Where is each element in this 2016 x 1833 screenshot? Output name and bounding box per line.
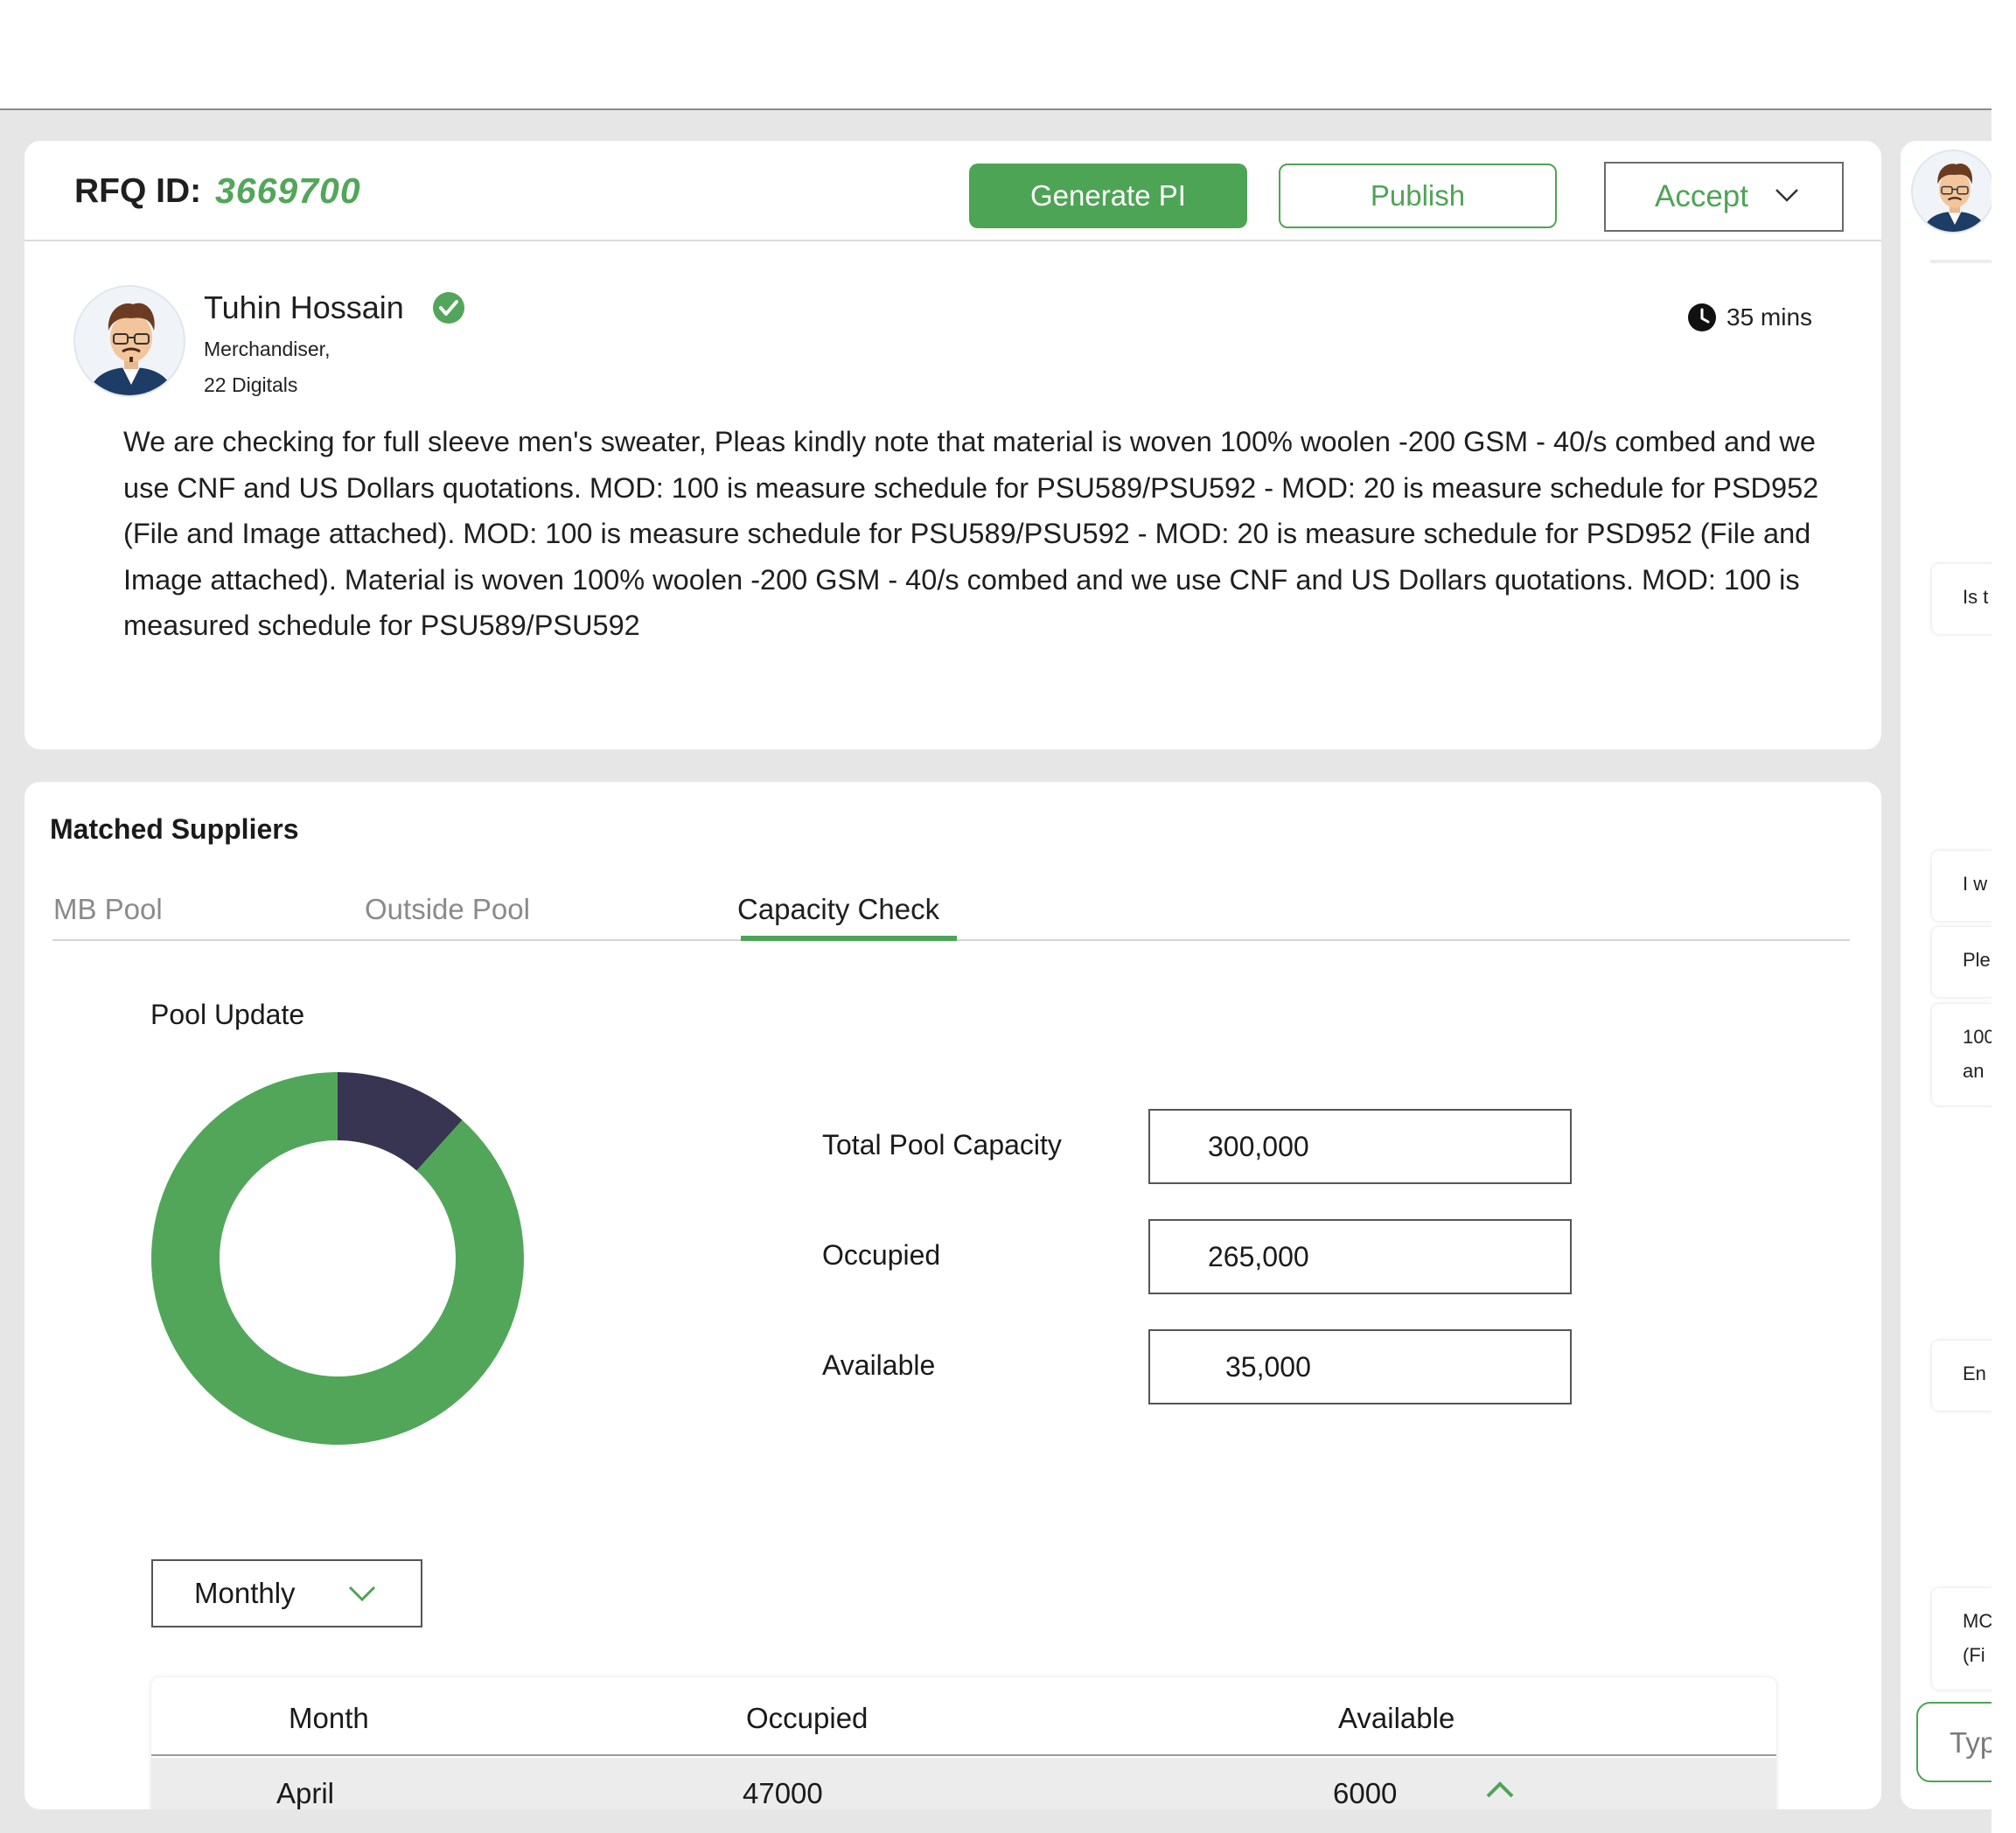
side-divider — [1930, 260, 1992, 263]
author-role: Merchandiser, — [204, 338, 331, 360]
chat-message[interactable]: MC (Fi — [1932, 1588, 1992, 1690]
avatar[interactable] — [73, 285, 185, 397]
chevron-up-icon[interactable] — [1485, 1781, 1515, 1800]
chevron-down-icon — [1775, 189, 1798, 202]
rfq-card: RFQ ID: 3669700 Generate PI Publish Acce… — [24, 141, 1881, 749]
chat-message[interactable]: 100 an — [1932, 1004, 1992, 1105]
author-name[interactable]: Tuhin Hossain — [204, 289, 404, 326]
user-avatar-icon — [87, 303, 175, 395]
column-occupied: Occupied — [746, 1702, 868, 1734]
viewport-edge — [1992, 0, 2016, 1833]
pool-donut-chart — [151, 1072, 525, 1445]
total-capacity-label: Total Pool Capacity — [822, 1129, 1062, 1160]
active-tab-indicator — [741, 936, 957, 941]
chevron-down-icon — [348, 1586, 376, 1602]
matched-suppliers-card: Matched Suppliers MB Pool Outside Pool C… — [24, 782, 1881, 1809]
user-avatar-icon — [1922, 163, 1987, 232]
chat-input[interactable]: Typ — [1916, 1702, 1992, 1782]
tab-capacity-check[interactable]: Capacity Check — [737, 893, 939, 926]
period-select[interactable]: Monthly — [151, 1559, 422, 1627]
chat-side-panel: Is t I w Ple 100 an En MC (Fi Typ — [1901, 141, 1992, 1809]
generate-pi-button[interactable]: Generate PI — [969, 164, 1247, 228]
table-header: Month Occupied Available — [151, 1677, 1776, 1756]
top-bar — [0, 0, 1992, 110]
publish-button[interactable]: Publish — [1279, 164, 1557, 228]
total-capacity-field[interactable]: 300,000 — [1148, 1109, 1572, 1184]
occupied-label: Occupied — [822, 1239, 941, 1271]
accept-dropdown[interactable]: Accept — [1604, 162, 1844, 232]
capacity-table: Month Occupied Available April 47000 600… — [151, 1677, 1776, 1809]
clock-icon — [1688, 303, 1716, 331]
author-company: 22 Digitals — [204, 373, 298, 396]
rfq-id-value: 3669700 — [215, 171, 361, 211]
chat-message[interactable]: En — [1932, 1341, 1992, 1411]
verified-check-icon — [433, 292, 464, 324]
chat-message[interactable]: I w — [1932, 851, 1992, 921]
cell-occupied: 47000 — [743, 1777, 823, 1809]
accept-label: Accept — [1655, 179, 1748, 213]
side-avatar[interactable] — [1911, 150, 1992, 233]
tab-mb-pool[interactable]: MB Pool — [53, 893, 163, 926]
chat-message[interactable]: Ple — [1932, 927, 1992, 997]
rfq-description: We are checking for full sleeve men's sw… — [123, 426, 1819, 641]
occupied-value: 265,000 — [1208, 1240, 1309, 1272]
tab-outside-pool[interactable]: Outside Pool — [365, 893, 530, 926]
cell-month: April — [276, 1777, 335, 1809]
column-month: Month — [289, 1702, 369, 1734]
available-label: Available — [822, 1349, 936, 1381]
occupied-field[interactable]: 265,000 — [1148, 1219, 1572, 1294]
column-available: Available — [1338, 1702, 1455, 1734]
available-field[interactable]: 35,000 — [1148, 1329, 1572, 1404]
donut-slice-occupied — [151, 1072, 525, 1445]
chat-message[interactable]: Is t — [1932, 564, 1992, 634]
pool-update-title: Pool Update — [150, 999, 305, 1030]
total-capacity-value: 300,000 — [1208, 1130, 1309, 1162]
rfq-id-label: RFQ ID: — [74, 172, 202, 210]
table-row[interactable]: April 47000 6000 — [151, 1758, 1776, 1809]
post-time: 35 mins — [1727, 303, 1813, 331]
available-value: 35,000 — [1225, 1350, 1311, 1383]
period-select-value: Monthly — [194, 1577, 296, 1609]
cell-available: 6000 — [1333, 1777, 1398, 1809]
rfq-header: RFQ ID: 3669700 Generate PI Publish Acce… — [24, 141, 1881, 241]
section-title: Matched Suppliers — [50, 813, 299, 845]
